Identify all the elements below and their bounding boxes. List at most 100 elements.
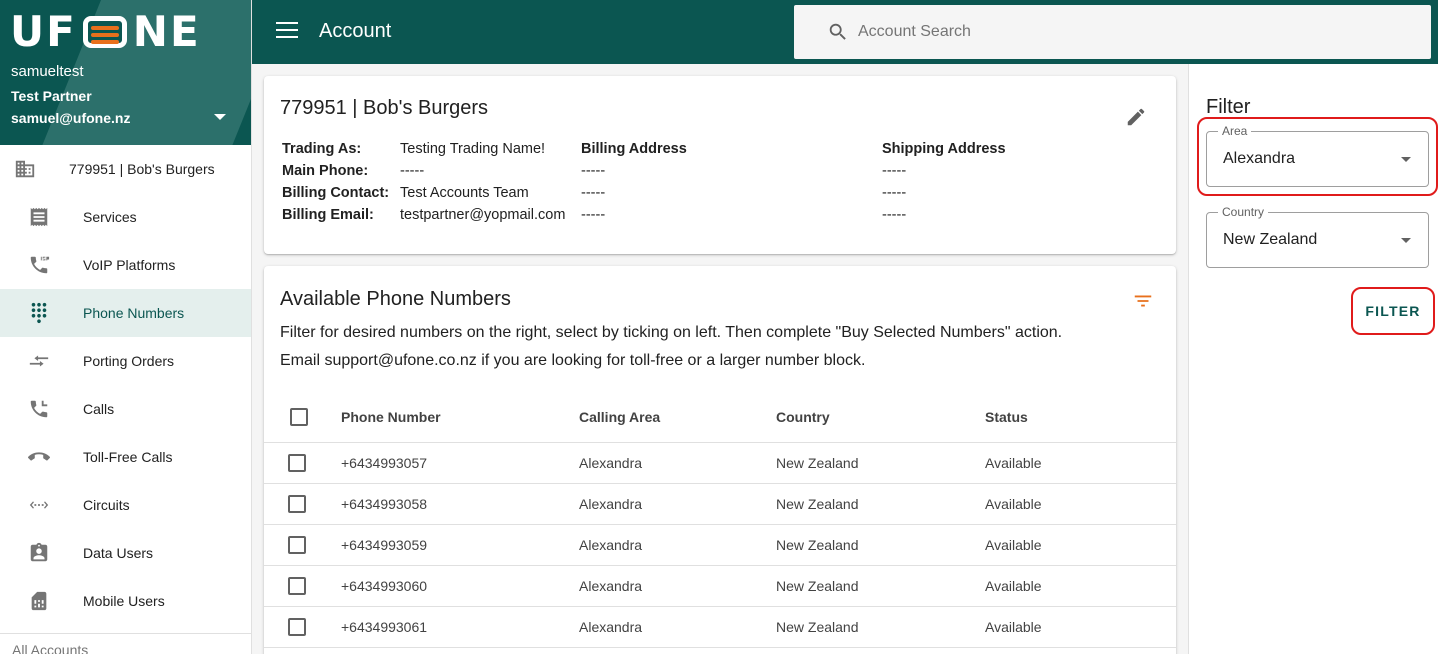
shipping-address-line: ----- (882, 185, 907, 201)
detail-value: testpartner@yopmail.com (400, 207, 566, 223)
column-header[interactable]: Calling Area (579, 392, 776, 443)
country-cell: New Zealand (776, 483, 985, 525)
edit-icon[interactable] (1125, 106, 1147, 128)
detail-row: Main Phone: ----- ----- ----- (282, 160, 1006, 182)
billing-address-line: ----- (581, 185, 606, 201)
sidebar-item-label: Porting Orders (83, 353, 175, 369)
select-all-cell (264, 392, 341, 443)
status-cell: Available (985, 524, 1176, 566)
detail-label: Trading As: (282, 141, 362, 157)
detail-value: Testing Trading Name! (400, 141, 546, 157)
table-row: +6434993059 Alexandra New Zealand Availa… (264, 524, 1176, 566)
row-checkbox[interactable] (288, 494, 306, 513)
shipping-address-heading: Shipping Address (882, 141, 1006, 157)
column-header[interactable]: Country (776, 392, 985, 443)
search-input[interactable] (858, 19, 1378, 45)
country-cell: New Zealand (776, 606, 985, 648)
country-select[interactable]: Country New Zealand (1206, 205, 1429, 268)
select-all-checkbox[interactable] (290, 407, 308, 426)
sidebar-item-phone-numbers[interactable]: Phone Numbers (0, 289, 251, 337)
row-select-cell (264, 483, 341, 525)
shipping-address-line: ----- (882, 207, 907, 223)
sidebar-nav: 779951 | Bob's Burgers Services VoIP Pla… (0, 145, 251, 625)
search-icon (827, 21, 849, 43)
table-row: +6434993060 Alexandra New Zealand Availa… (264, 565, 1176, 607)
sidebar-item-label: Data Users (83, 545, 154, 561)
account-menu-caret-icon[interactable] (214, 114, 226, 120)
assignment-ind-icon (28, 542, 50, 564)
numbers-title: Available Phone Numbers (280, 288, 511, 310)
ufone-logo[interactable]: UF NE (10, 11, 201, 53)
detail-row: Trading As: Testing Trading Name! Billin… (282, 138, 1006, 160)
phone-number-cell: +6434993058 (341, 483, 579, 525)
description-line: Email support@ufone.co.nz if you are loo… (280, 352, 866, 369)
detail-row: Billing Contact: Test Accounts Team ----… (282, 182, 1006, 204)
status-cell: Available (985, 483, 1176, 525)
sidebar-item-label: Toll-Free Calls (83, 449, 173, 465)
row-checkbox[interactable] (288, 576, 306, 595)
sim-card-icon (28, 590, 50, 612)
call-end-icon (28, 446, 50, 468)
numbers-description: Filter for desired numbers on the right,… (280, 319, 1062, 375)
sidebar-item-label: VoIP Platforms (83, 257, 176, 273)
user-email: samuel@ufone.nz (11, 110, 131, 126)
sidebar-item-voip-platforms[interactable]: VoIP Platforms (0, 241, 251, 289)
description-line: Filter for desired numbers on the right,… (280, 324, 1063, 341)
column-header[interactable]: Status (985, 392, 1176, 443)
sidebar-item-label: Calls (83, 401, 115, 417)
account-title: 779951 | Bob's Burgers (280, 97, 489, 119)
row-select-cell (264, 442, 341, 484)
country-cell: New Zealand (776, 565, 985, 607)
sidebar-item-mobile-users[interactable]: Mobile Users (0, 577, 251, 625)
partner-name: Test Partner (11, 88, 92, 104)
row-checkbox[interactable] (288, 535, 306, 554)
detail-label: Main Phone: (282, 163, 369, 179)
sidebar-item-toll-free-calls[interactable]: Toll-Free Calls (0, 433, 251, 481)
brand-header: UF NE samueltest Test Partner samuel@ufo… (0, 0, 251, 145)
username: samueltest (11, 63, 84, 80)
calling-area-cell: Alexandra (579, 524, 776, 566)
sidebar-item-porting-orders[interactable]: Porting Orders (0, 337, 251, 385)
sidebar-item-label: 779951 | Bob's Burgers (69, 161, 215, 177)
top-app-bar: Account (252, 0, 1438, 64)
receipt-icon (28, 206, 50, 228)
building-icon (14, 158, 36, 180)
detail-row: Billing Email: testpartner@yopmail.com -… (282, 204, 1006, 226)
sidebar-item-label: Services (83, 209, 137, 225)
detail-label: Billing Email: (282, 207, 374, 223)
sidebar-item-account[interactable]: 779951 | Bob's Burgers (0, 145, 251, 193)
all-accounts-link[interactable]: All Accounts (0, 633, 251, 654)
page-title: Account (319, 20, 392, 42)
dialpad-icon (28, 302, 50, 324)
code-arrows-icon (28, 494, 50, 516)
status-cell: Available (985, 606, 1176, 648)
sidebar-item-calls[interactable]: Calls (0, 385, 251, 433)
account-card: 779951 | Bob's Burgers Trading As: Testi… (264, 76, 1176, 254)
detail-value: ----- (400, 163, 425, 179)
sidebar-item-services[interactable]: Services (0, 193, 251, 241)
sip-phone-icon (28, 254, 50, 276)
column-header[interactable]: Phone Number (341, 392, 579, 443)
menu-icon[interactable] (276, 22, 298, 42)
sidebar: UF NE samueltest Test Partner samuel@ufo… (0, 0, 252, 654)
row-checkbox[interactable] (288, 453, 306, 472)
country-label: Country (1218, 205, 1269, 219)
calling-area-cell: Alexandra (579, 606, 776, 648)
table-row: +6434993061 Alexandra New Zealand Availa… (264, 606, 1176, 648)
calling-area-cell: Alexandra (579, 442, 776, 484)
billing-address-heading: Billing Address (581, 141, 687, 157)
detail-value: Test Accounts Team (400, 185, 529, 201)
row-checkbox[interactable] (288, 617, 306, 636)
sidebar-item-data-users[interactable]: Data Users (0, 529, 251, 577)
account-search[interactable] (794, 5, 1431, 59)
numbers-table: Phone Number Calling Area Country Status… (264, 392, 1176, 648)
filter-list-icon[interactable] (1132, 290, 1154, 312)
table-row: +6434993058 Alexandra New Zealand Availa… (264, 483, 1176, 525)
status-cell: Available (985, 442, 1176, 484)
sidebar-item-circuits[interactable]: Circuits (0, 481, 251, 529)
phone-number-cell: +6434993057 (341, 442, 579, 484)
phone-number-cell: +6434993061 (341, 606, 579, 648)
row-select-cell (264, 565, 341, 607)
billing-address-line: ----- (581, 163, 606, 179)
area-highlight-outline (1197, 117, 1438, 196)
